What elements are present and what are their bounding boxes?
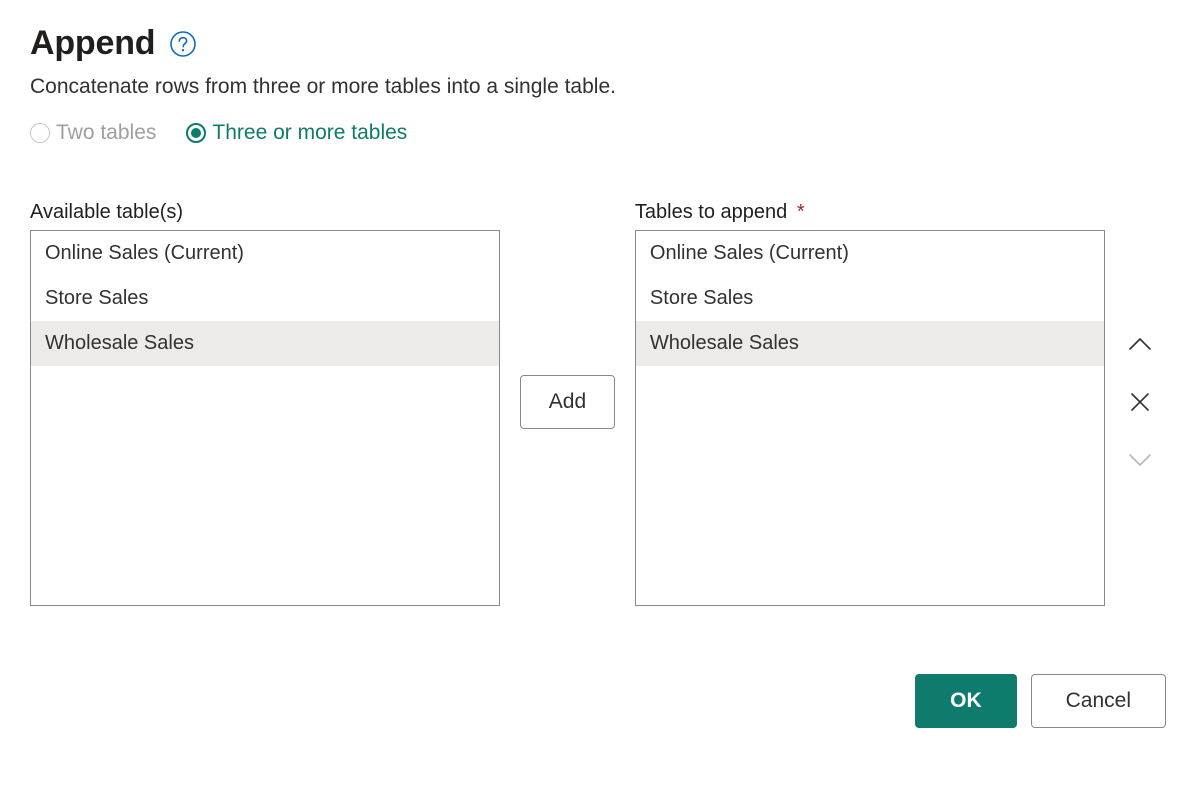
title-row: Append xyxy=(30,24,1166,63)
radio-two-tables-label: Two tables xyxy=(56,121,156,145)
append-dialog: Append Concatenate rows from three or mo… xyxy=(0,0,1196,758)
list-item[interactable]: Store Sales xyxy=(636,276,1104,321)
list-item[interactable]: Wholesale Sales xyxy=(636,321,1104,366)
available-tables-column: Available table(s) Online Sales (Current… xyxy=(30,201,500,606)
required-asterisk: * xyxy=(797,201,805,223)
chevron-down-icon xyxy=(1128,452,1152,468)
radio-circle-icon xyxy=(30,123,50,143)
remove-button[interactable] xyxy=(1126,388,1154,416)
radio-two-tables[interactable]: Two tables xyxy=(30,121,156,145)
chevron-up-icon xyxy=(1128,336,1152,352)
help-icon[interactable] xyxy=(169,30,197,58)
close-icon xyxy=(1129,391,1151,413)
available-tables-listbox[interactable]: Online Sales (Current)Store SalesWholesa… xyxy=(30,230,500,606)
move-up-button[interactable] xyxy=(1126,330,1154,358)
transfer-column: Add xyxy=(510,201,625,577)
ok-button[interactable]: OK xyxy=(915,674,1017,728)
lists-row: Available table(s) Online Sales (Current… xyxy=(30,201,1166,606)
reorder-column xyxy=(1115,201,1166,577)
radio-three-or-more-tables-label: Three or more tables xyxy=(212,121,407,145)
move-down-button[interactable] xyxy=(1126,446,1154,474)
list-item[interactable]: Online Sales (Current) xyxy=(636,231,1104,276)
list-item[interactable]: Online Sales (Current) xyxy=(31,231,499,276)
dialog-footer: OK Cancel xyxy=(30,674,1166,728)
list-item[interactable]: Store Sales xyxy=(31,276,499,321)
tables-to-append-column: Tables to append * Online Sales (Current… xyxy=(635,201,1105,606)
append-mode-radio-group: Two tables Three or more tables xyxy=(30,121,1166,145)
tables-to-append-listbox[interactable]: Online Sales (Current)Store SalesWholesa… xyxy=(635,230,1105,606)
tables-to-append-label: Tables to append * xyxy=(635,201,1105,224)
dialog-title: Append xyxy=(30,24,155,63)
radio-circle-icon xyxy=(186,123,206,143)
list-item[interactable]: Wholesale Sales xyxy=(31,321,499,366)
dialog-description: Concatenate rows from three or more tabl… xyxy=(30,75,1166,99)
add-button[interactable]: Add xyxy=(520,375,615,429)
tables-to-append-label-text: Tables to append xyxy=(635,201,787,223)
radio-three-or-more-tables[interactable]: Three or more tables xyxy=(186,121,407,145)
available-tables-label: Available table(s) xyxy=(30,201,500,224)
cancel-button[interactable]: Cancel xyxy=(1031,674,1166,728)
